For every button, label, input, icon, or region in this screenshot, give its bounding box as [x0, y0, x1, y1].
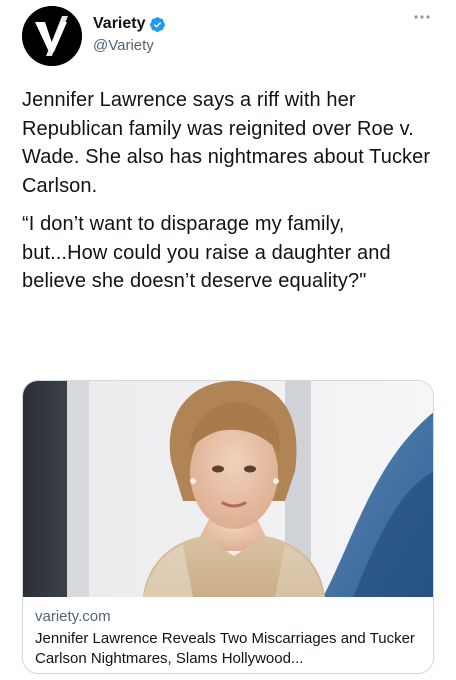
card-title[interactable]: Jennifer Lawrence Reveals Two Miscarriag…	[35, 629, 421, 669]
variety-logo-icon	[22, 6, 82, 66]
avatar[interactable]	[22, 6, 82, 66]
handle[interactable]: @Variety	[93, 36, 166, 55]
display-name[interactable]: Variety	[93, 14, 145, 34]
verified-badge-icon	[150, 16, 166, 32]
more-dots-icon	[414, 15, 430, 19]
card-meta[interactable]: variety.com Jennifer Lawrence Reveals Tw…	[35, 607, 421, 669]
author-block[interactable]: Variety @Variety	[93, 14, 166, 55]
tweet-header: Variety @Variety	[22, 6, 434, 66]
tweet-text: Jennifer Lawrence says a riff with her R…	[22, 86, 432, 296]
article-photo	[23, 381, 433, 597]
card-domain[interactable]: variety.com	[35, 607, 421, 627]
tweet-paragraph-1: Jennifer Lawrence says a riff with her R…	[22, 89, 431, 197]
link-card[interactable]: variety.com Jennifer Lawrence Reveals Tw…	[22, 380, 434, 674]
tweet-paragraph-2: “I don’t want to disparage my family, bu…	[22, 213, 391, 292]
tweet[interactable]: Variety @Variety Jennifer Lawrence says …	[0, 0, 456, 680]
more-options-button[interactable]	[412, 10, 432, 24]
card-image[interactable]	[23, 381, 433, 597]
